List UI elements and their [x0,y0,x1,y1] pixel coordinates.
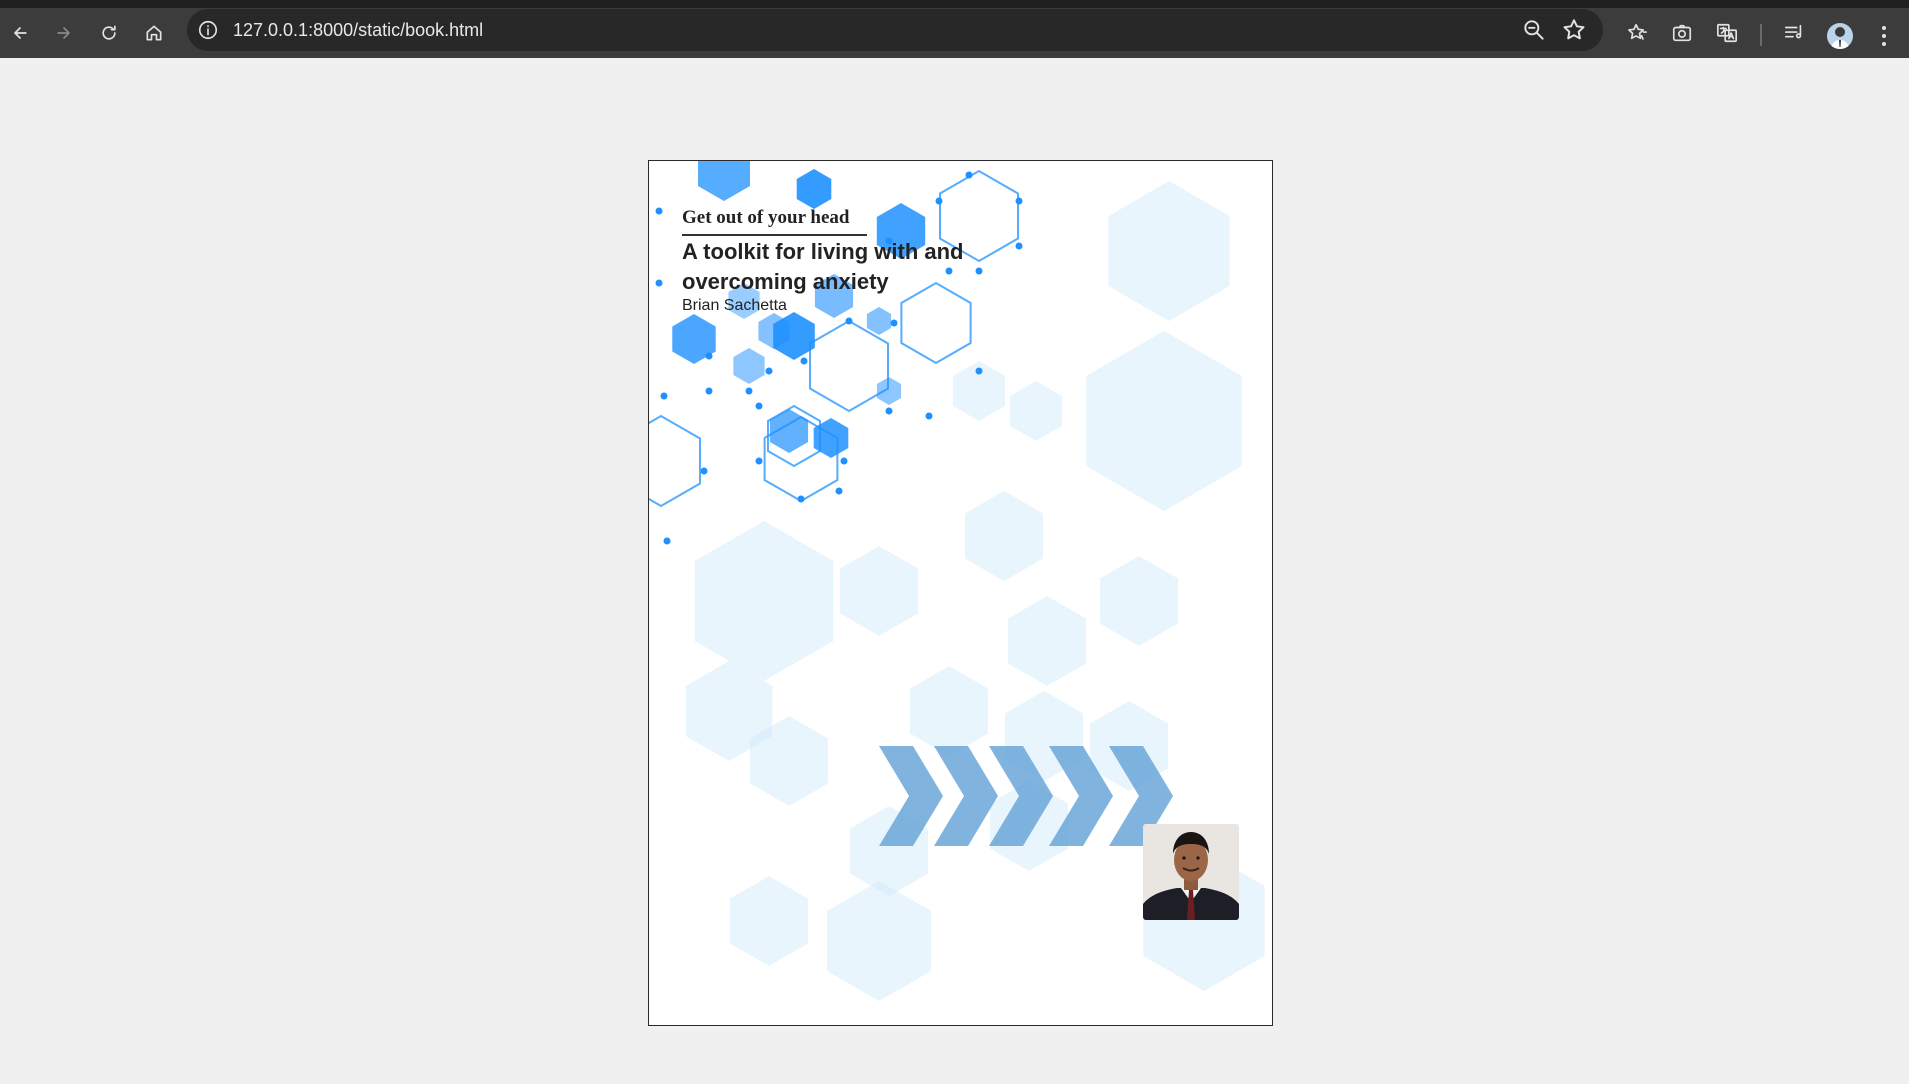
outline-hexagon [649,414,701,508]
reload-button[interactable] [93,17,125,49]
browser-toolbar: 127.0.0.1:8000/static/book.html [0,0,1909,58]
blue-hexagon [733,348,765,384]
forward-arrow-icon [57,27,70,39]
outline-hexagon [809,319,889,413]
network-node [705,352,713,360]
blue-hexagon [876,377,902,405]
network-node [700,467,708,475]
arrow-chevron [934,746,998,846]
forward-button[interactable] [48,17,80,49]
decorative-hexagon [840,546,918,636]
title-divider [682,234,867,236]
kebab-menu-icon[interactable] [1878,22,1890,50]
address-bar[interactable]: 127.0.0.1:8000/static/book.html [187,9,1603,51]
network-node [840,457,848,465]
decorative-hexagon [1108,181,1230,321]
bookmarks-button[interactable] [1624,20,1650,46]
network-node [660,392,668,400]
home-button[interactable] [138,17,170,49]
network-node [745,387,753,395]
reading-list-icon [1784,24,1802,39]
reload-icon [102,25,116,40]
reading-list-button[interactable] [1781,20,1807,46]
decorative-hexagon [694,521,834,681]
zoom-icon[interactable] [1521,17,1547,43]
network-node [655,207,663,215]
network-node [885,407,893,415]
decorative-hexagon [1086,331,1242,511]
blue-hexagon [796,169,832,209]
home-icon [146,25,162,41]
network-node [1015,197,1023,205]
network-node [755,402,763,410]
network-node [965,171,973,179]
blue-hexagon [698,161,750,201]
network-node [800,357,808,365]
network-node [755,457,763,465]
decorative-hexagon [965,491,1043,581]
url-text[interactable]: 127.0.0.1:8000/static/book.html [233,20,483,41]
book-author: Brian Sachetta [682,297,787,314]
decorative-hexagon [1008,596,1086,686]
author-portrait-image [1143,824,1239,920]
series-title: Get out of your head [682,207,850,228]
network-node [975,367,983,375]
decorative-hexagon [910,666,988,756]
decorative-hexagon [730,876,808,966]
network-node [1015,242,1023,250]
network-node [890,319,898,327]
avatar-image [1831,27,1849,49]
book-title: A toolkit for living with and overcoming… [682,239,964,294]
back-arrow-icon [14,27,27,39]
site-info-icon[interactable] [197,19,219,41]
network-node [797,495,805,503]
book-cover: Get out of your head A toolkit for livin… [648,160,1273,1026]
network-node [663,537,671,545]
network-node [835,487,843,495]
network-node [655,279,663,287]
arrow-chevron [879,746,943,846]
decorative-hexagon [1010,381,1062,441]
author-photo [1143,824,1239,920]
network-node [845,317,853,325]
network-node [765,367,773,375]
network-node [925,412,933,420]
screenshot-icon [1672,24,1692,42]
back-button[interactable] [4,17,36,49]
translate-button[interactable] [1714,20,1740,46]
network-node [705,387,713,395]
network-node [935,197,943,205]
toolbar-divider [1760,24,1762,46]
profile-avatar[interactable] [1827,23,1853,49]
decorative-hexagon [827,881,931,1001]
screenshot-button[interactable] [1669,20,1695,46]
bookmarks-icon [1628,23,1647,40]
blue-hexagon [866,307,892,335]
translate-icon [1717,23,1737,43]
decorative-hexagon [1100,556,1178,646]
bookmark-star-icon[interactable] [1561,17,1587,43]
